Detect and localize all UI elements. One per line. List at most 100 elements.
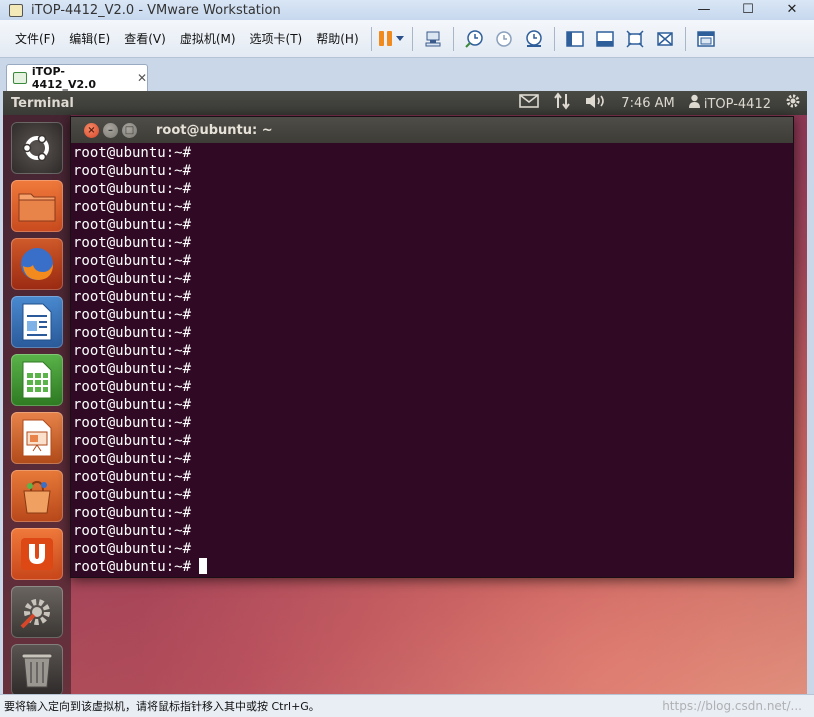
- terminal-line: root@ubuntu:~#: [73, 504, 793, 522]
- close-button[interactable]: ✕: [770, 0, 814, 18]
- prompt-text: root@ubuntu:~#: [73, 361, 192, 377]
- calc-icon[interactable]: [11, 354, 63, 406]
- prompt-text: root@ubuntu:~#: [73, 451, 192, 467]
- pause-icon[interactable]: [379, 28, 405, 50]
- snapshot-take-icon[interactable]: [463, 28, 485, 50]
- tab-itop-vm[interactable]: iTOP-4412_V2.0 ✕: [6, 64, 148, 91]
- terminal-line: root@ubuntu:~#: [73, 486, 793, 504]
- terminal-line: root@ubuntu:~#: [73, 432, 793, 450]
- files-icon[interactable]: [11, 180, 63, 232]
- toolbar-separator: [370, 26, 372, 51]
- show-library-icon[interactable]: [564, 28, 586, 50]
- prompt-text: root@ubuntu:~#: [73, 163, 192, 179]
- terminal-line: root@ubuntu:~#: [73, 342, 793, 360]
- trash-icon[interactable]: [11, 644, 63, 694]
- fullscreen-icon[interactable]: [624, 28, 646, 50]
- prompt-text: root@ubuntu:~#: [73, 253, 192, 269]
- prompt-text: root@ubuntu:~#: [73, 235, 192, 251]
- firefox-icon[interactable]: [11, 238, 63, 290]
- window-controls: — ☐ ✕: [682, 0, 814, 18]
- terminal-close-icon[interactable]: ×: [84, 122, 99, 138]
- menu-help[interactable]: 帮助(H): [309, 30, 365, 47]
- prompt-text: root@ubuntu:~#: [73, 469, 192, 485]
- terminal-line: root@ubuntu:~#: [73, 162, 793, 180]
- terminal-maximize-icon[interactable]: □: [122, 122, 137, 138]
- menu-tabs[interactable]: 选项卡(T): [243, 30, 310, 47]
- terminal-line: root@ubuntu:~#: [73, 324, 793, 342]
- prompt-text: root@ubuntu:~#: [73, 541, 192, 557]
- terminal-line: root@ubuntu:~#: [73, 414, 793, 432]
- maximize-button[interactable]: ☐: [726, 0, 770, 18]
- panel-indicators: 7:46 AM iTOP-4412: [519, 91, 801, 115]
- terminal-line: root@ubuntu:~#: [73, 216, 793, 234]
- terminal-line: root@ubuntu:~#: [73, 558, 793, 576]
- vm-tabbar: iTOP-4412_V2.0 ✕: [0, 58, 814, 91]
- snapshot-revert-icon[interactable]: [493, 28, 515, 50]
- toolbar-separator: [553, 26, 555, 51]
- prompt-text: root@ubuntu:~#: [73, 487, 192, 503]
- software-center-icon[interactable]: [11, 470, 63, 522]
- clock[interactable]: 7:46 AM: [621, 96, 674, 111]
- terminal-line: root@ubuntu:~#: [73, 234, 793, 252]
- menu-vm[interactable]: 虚拟机(M): [173, 30, 243, 47]
- prompt-text: root@ubuntu:~#: [73, 505, 192, 521]
- volume-icon[interactable]: [585, 93, 607, 113]
- unity-top-panel: Terminal 7:46 AM iTOP-4412: [3, 91, 807, 115]
- vmware-titlebar: iTOP-4412_V2.0 - VMware Workstation — ☐ …: [0, 0, 814, 20]
- terminal-line: root@ubuntu:~#: [73, 270, 793, 288]
- user-name: iTOP-4412: [703, 97, 771, 112]
- minimize-button[interactable]: —: [682, 0, 726, 18]
- prompt-text: root@ubuntu:~#: [73, 343, 192, 359]
- snapshot-manager-icon[interactable]: [523, 28, 545, 50]
- terminal-line: root@ubuntu:~#: [73, 306, 793, 324]
- prompt-text: root@ubuntu:~#: [73, 145, 192, 161]
- terminal-line: root@ubuntu:~#: [73, 396, 793, 414]
- ubuntu-dash-icon[interactable]: [11, 122, 63, 174]
- unity-mode-icon[interactable]: [654, 28, 676, 50]
- ubuntu-one-icon[interactable]: [11, 528, 63, 580]
- menu-file[interactable]: 文件(F): [8, 30, 62, 47]
- prompt-text: root@ubuntu:~#: [73, 307, 192, 323]
- menu-edit[interactable]: 编辑(E): [62, 30, 117, 47]
- vmware-app-icon: [9, 3, 23, 17]
- terminal-scrollbar[interactable]: [790, 143, 793, 577]
- status-hint: 要将输入定向到该虚拟机，请将鼠标指针移入其中或按 Ctrl+G。: [4, 700, 320, 713]
- terminal-minimize-icon[interactable]: –: [103, 122, 118, 138]
- prompt-text: root@ubuntu:~#: [73, 379, 192, 395]
- tab-close-icon[interactable]: ✕: [137, 71, 147, 85]
- terminal-line: root@ubuntu:~#: [73, 144, 793, 162]
- terminal-line: root@ubuntu:~#: [73, 540, 793, 558]
- terminal-line: root@ubuntu:~#: [73, 468, 793, 486]
- prompt-text: root@ubuntu:~#: [73, 181, 192, 197]
- impress-icon[interactable]: [11, 412, 63, 464]
- prompt-text: root@ubuntu:~#: [73, 217, 192, 233]
- terminal-line: root@ubuntu:~#: [73, 198, 793, 216]
- send-ctrl-alt-del-icon[interactable]: [422, 28, 444, 50]
- prompt-text: root@ubuntu:~#: [73, 433, 192, 449]
- watermark-text: https://blog.csdn.net/...: [662, 699, 802, 713]
- user-icon: [688, 94, 700, 108]
- user-menu[interactable]: iTOP-4412: [688, 94, 771, 112]
- network-icon[interactable]: [553, 92, 571, 114]
- terminal-titlebar[interactable]: × – □ root@ubuntu: ~: [71, 117, 793, 143]
- guest-screen[interactable]: Terminal 7:46 AM iTOP-4412 × – □ root@ub…: [3, 91, 807, 694]
- menu-view[interactable]: 查看(V): [117, 30, 173, 47]
- prompt-text: root@ubuntu:~#: [73, 271, 192, 287]
- settings-icon[interactable]: [11, 586, 63, 638]
- toolbar-separator: [684, 26, 686, 51]
- terminal-line: root@ubuntu:~#: [73, 378, 793, 396]
- console-view-icon[interactable]: [695, 28, 717, 50]
- prompt-text: root@ubuntu:~#: [73, 559, 192, 575]
- thumbnail-bar-icon[interactable]: [594, 28, 616, 50]
- terminal-line: root@ubuntu:~#: [73, 522, 793, 540]
- window-title: iTOP-4412_V2.0 - VMware Workstation: [31, 2, 281, 18]
- prompt-text: root@ubuntu:~#: [73, 289, 192, 305]
- terminal-title: root@ubuntu: ~: [156, 122, 273, 138]
- gear-icon[interactable]: [785, 93, 801, 113]
- tab-label: iTOP-4412_V2.0: [31, 65, 96, 91]
- terminal-output[interactable]: root@ubuntu:~# root@ubuntu:~# root@ubuntu:…: [71, 143, 793, 577]
- writer-icon[interactable]: [11, 296, 63, 348]
- terminal-window[interactable]: × – □ root@ubuntu: ~ root@ubuntu:~# root@…: [70, 116, 794, 578]
- mail-icon[interactable]: [519, 94, 540, 112]
- toolbar-separator: [411, 26, 413, 51]
